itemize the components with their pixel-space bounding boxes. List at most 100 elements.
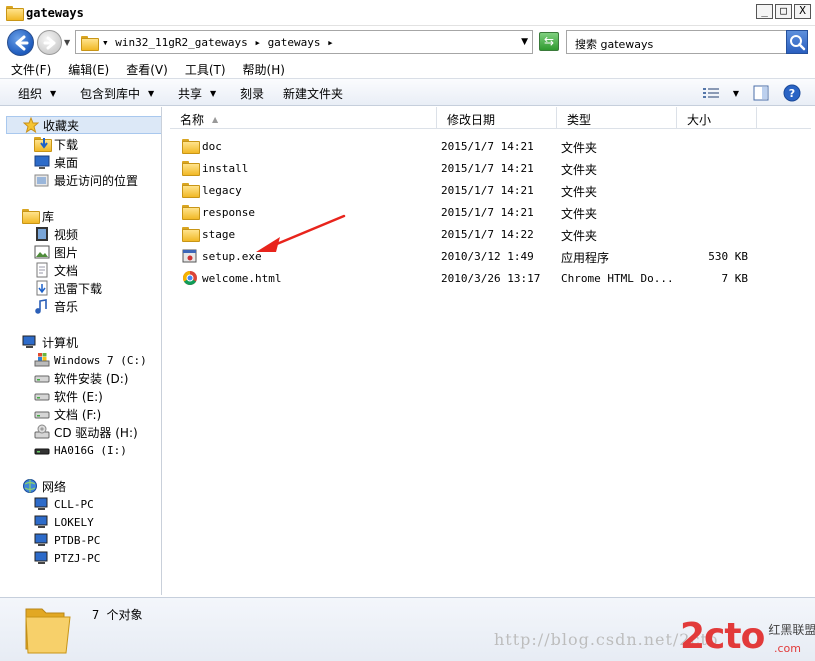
file-row[interactable]: doc 2015/1/7 14:21 文件夹 [170, 135, 811, 157]
search-input[interactable]: 搜索 gateways [566, 30, 808, 54]
back-button[interactable] [7, 29, 34, 56]
nav-item-label: HA016G (I:) [54, 443, 127, 457]
menu-bar: 文件(F) 编辑(E) 查看(V) 工具(T) 帮助(H) [0, 58, 815, 78]
nav-favorites[interactable]: 收藏夹 [6, 116, 161, 134]
new-folder-button[interactable]: 新建文件夹 [283, 85, 343, 102]
menu-tools[interactable]: 工具(T) [185, 58, 226, 78]
menu-help[interactable]: 帮助(H) [243, 58, 285, 78]
address-input[interactable]: ▾ win32_11gR2_gateways ▸ gateways ▸ ▼ [75, 30, 533, 54]
chevron-down-icon[interactable]: ▼ [521, 37, 528, 47]
column-date[interactable]: 修改日期 [437, 107, 557, 129]
chevron-down-icon: ▼ [732, 88, 739, 98]
watermark-logo-sub: 红黑联盟 [768, 623, 815, 637]
folder-icon [182, 160, 200, 176]
file-type: 应用程序 [561, 251, 610, 265]
help-icon[interactable]: ? [783, 84, 801, 102]
nav-item-network-pc[interactable]: CLL-PC [34, 495, 94, 513]
menu-view[interactable]: 查看(V) [126, 58, 168, 78]
watermark-domain: .com [774, 642, 801, 655]
command-bar: 组织 ▼ 包含到库中 ▼ 共享 ▼ 刻录 新建文件夹 ▼ ? [0, 78, 815, 106]
nav-item-network-pc[interactable]: LOKELY [34, 513, 94, 531]
nav-item-label: 文档 (F:) [54, 407, 102, 422]
file-date: 2015/1/7 14:22 [441, 228, 534, 241]
nav-item-drive-i[interactable]: HA016G (I:) [34, 441, 127, 459]
nav-item-drive-e[interactable]: 软件 (E:) [34, 387, 103, 405]
view-mode-button[interactable]: ▼ [702, 87, 739, 99]
refresh-icon: ⇆ [543, 34, 555, 48]
nav-computer[interactable]: 计算机 [22, 333, 78, 351]
drive-icon [34, 406, 50, 422]
nav-item-label: 视频 [54, 227, 79, 242]
network-icon [22, 478, 38, 494]
nav-libraries[interactable]: 库 [22, 207, 54, 225]
nav-item-music[interactable]: 音乐 [34, 297, 78, 315]
network-computer-icon [34, 550, 50, 566]
network-computer-icon [34, 496, 50, 512]
file-row[interactable]: legacy 2015/1/7 14:21 文件夹 [170, 179, 811, 201]
chevron-down-icon: ▼ [50, 89, 57, 98]
nav-item-network-pc[interactable]: PTZJ-PC [34, 549, 100, 567]
forward-button[interactable] [37, 30, 62, 55]
video-icon [34, 226, 50, 242]
annotation-arrow-icon [256, 214, 346, 252]
nav-item-drive-c[interactable]: Windows 7 (C:) [34, 351, 147, 369]
search-button[interactable] [786, 30, 808, 54]
window-controls: _ □ X [756, 4, 811, 19]
share-button[interactable]: 共享 ▼ [178, 85, 216, 102]
title-bar: gateways _ □ X [0, 0, 815, 26]
svg-text:?: ? [789, 87, 795, 100]
network-computer-icon [34, 514, 50, 530]
folder-icon [182, 138, 200, 154]
nav-item-label: 音乐 [54, 299, 79, 314]
close-button[interactable]: X [794, 4, 811, 19]
folder-icon [6, 5, 24, 21]
nav-item-network-pc[interactable]: PTDB-PC [34, 531, 100, 549]
drive-icon [34, 370, 50, 386]
nav-item-desktop[interactable]: 桌面 [34, 153, 78, 171]
menu-edit[interactable]: 编辑(E) [68, 58, 109, 78]
nav-item-documents[interactable]: 文档 [34, 261, 78, 279]
nav-item-videos[interactable]: 视频 [34, 225, 78, 243]
file-row[interactable]: welcome.html 2010/3/26 13:17 Chrome HTML… [170, 267, 811, 289]
column-name[interactable]: 名称 ▲ [170, 107, 437, 129]
maximize-button[interactable]: □ [775, 4, 792, 19]
file-type: Chrome HTML Do... [561, 272, 674, 285]
nav-item-recent-places[interactable]: 最近访问的位置 [34, 171, 138, 189]
file-name: legacy [202, 184, 242, 197]
nav-item-drive-f[interactable]: 文档 (F:) [34, 405, 101, 423]
back-arrow-icon [15, 35, 29, 51]
search-placeholder: 搜索 gateways [575, 38, 654, 51]
picture-icon [34, 244, 50, 260]
file-row[interactable]: install 2015/1/7 14:21 文件夹 [170, 157, 811, 179]
nav-item-pictures[interactable]: 图片 [34, 243, 78, 261]
organize-button[interactable]: 组织 ▼ [18, 85, 56, 102]
cd-drive-icon [34, 424, 50, 440]
file-name: stage [202, 228, 236, 241]
file-size: 530 KB [708, 250, 748, 263]
nav-item-label: 下载 [54, 137, 79, 152]
address-path[interactable]: ▾ win32_11gR2_gateways ▸ gateways ▸ [102, 36, 334, 49]
minimize-button[interactable]: _ [756, 4, 773, 19]
nav-item-label: Windows 7 (C:) [54, 353, 147, 367]
column-size[interactable]: 大小 [677, 107, 757, 129]
column-name-label: 名称 [180, 113, 205, 127]
preview-pane-icon[interactable] [753, 85, 769, 101]
folder-icon [182, 204, 200, 220]
nav-item-drive-h[interactable]: CD 驱动器 (H:) [34, 423, 138, 441]
refresh-button[interactable]: ⇆ [539, 32, 559, 51]
nav-network[interactable]: 网络 [22, 477, 66, 495]
file-name: response [202, 206, 255, 219]
sort-ascending-icon: ▲ [212, 115, 219, 124]
menu-file[interactable]: 文件(F) [11, 58, 51, 78]
organize-label: 组织 [18, 87, 43, 101]
nav-item-downloads[interactable]: 下载 [34, 135, 78, 153]
burn-button[interactable]: 刻录 [240, 85, 264, 102]
include-in-library-button[interactable]: 包含到库中 ▼ [80, 85, 154, 102]
nav-item-drive-d[interactable]: 软件安装 (D:) [34, 369, 128, 387]
recent-pages-dropdown[interactable]: ▼ [64, 38, 70, 47]
column-type[interactable]: 类型 [557, 107, 677, 129]
file-type: 文件夹 [561, 207, 598, 221]
library-icon [22, 208, 40, 224]
nav-item-thunder-downloads[interactable]: 迅雷下载 [34, 279, 102, 297]
nav-item-label: 迅雷下载 [54, 281, 103, 296]
